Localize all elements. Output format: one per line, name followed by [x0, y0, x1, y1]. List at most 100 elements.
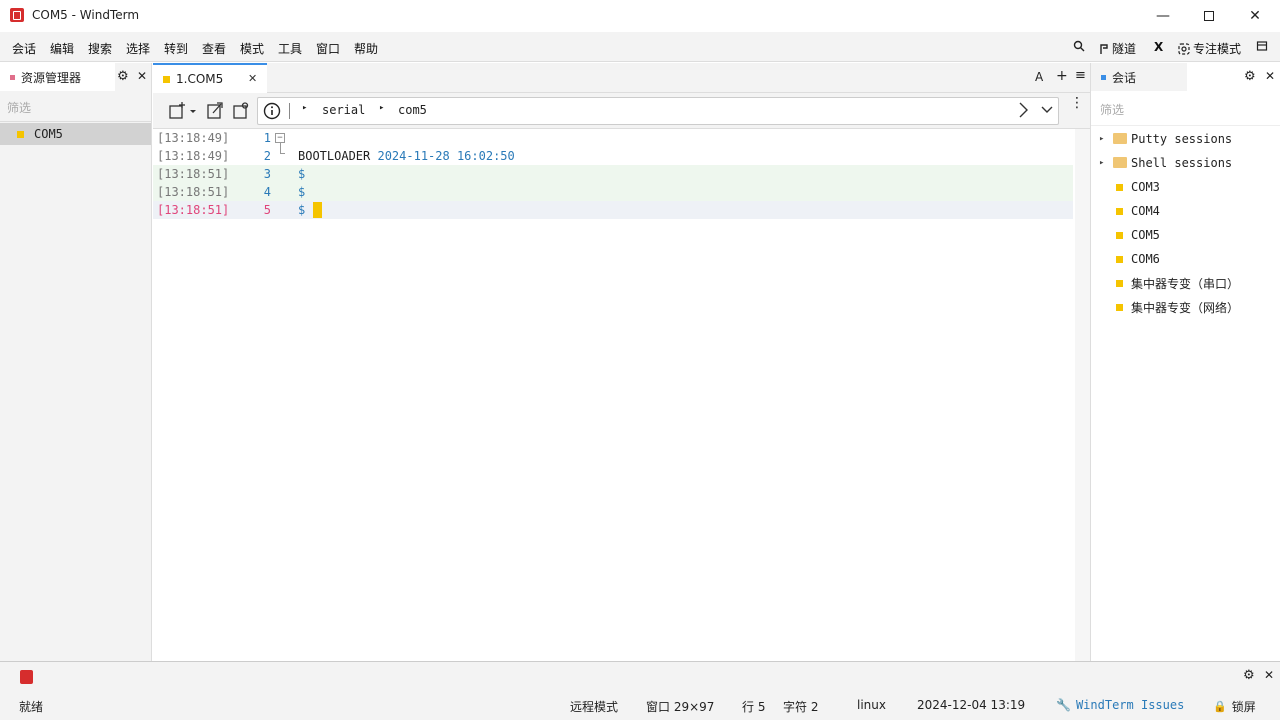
address-bar[interactable]: ▸ serial ▸ com5 [257, 97, 1059, 125]
menu-edit[interactable]: 编辑 [50, 40, 74, 57]
sessions-settings-gear-icon[interactable]: ⚙ [1244, 69, 1256, 84]
breadcrumb-serial[interactable]: serial [322, 103, 365, 117]
fold-collapse-icon[interactable]: − [275, 133, 285, 143]
tab-menu-icon[interactable]: ≡ [1075, 68, 1086, 83]
folder-marker-icon [17, 130, 24, 138]
breadcrumb-com5[interactable]: com5 [398, 103, 427, 117]
search-icon [1073, 40, 1085, 52]
divider [0, 121, 152, 122]
window-title: COM5 - WindTerm [32, 8, 140, 22]
explorer-tab-label: 资源管理器 [21, 70, 82, 85]
tab-close-icon[interactable]: ✕ [248, 72, 257, 85]
session-marker-icon [1116, 183, 1123, 191]
status-col: 字符 2 [783, 700, 819, 714]
explorer-settings-gear-icon[interactable]: ⚙ [117, 69, 129, 84]
fold-guide [280, 143, 285, 154]
line-timestamp: [13:18:51] [157, 203, 230, 217]
divider [1091, 125, 1280, 126]
issues-label: WindTerm Issues [1075, 698, 1185, 712]
session-marker-icon [1116, 231, 1123, 239]
status-ready: 就绪 [19, 700, 44, 714]
session-marker-icon [1116, 303, 1123, 311]
bottom-close-icon[interactable]: ✕ [1264, 668, 1274, 682]
terminal-scrollbar[interactable] [1075, 129, 1090, 661]
session-folder-label: Putty sessions [1131, 132, 1233, 146]
breadcrumb-arrow-icon: ▸ [302, 103, 308, 113]
menu-session[interactable]: 会话 [12, 40, 36, 57]
menu-tools[interactable]: 工具 [278, 40, 302, 57]
breadcrumb-arrow-icon: ▸ [379, 103, 385, 113]
maximize-button[interactable] [1186, 0, 1232, 32]
session-label: 集中器专变（网络） [1131, 300, 1240, 315]
chevron-right-icon[interactable] [1016, 101, 1030, 122]
tab-sessions[interactable]: 会话 [1091, 63, 1187, 91]
font-size-icon[interactable]: A [1035, 70, 1043, 84]
status-os[interactable]: linux [857, 698, 886, 712]
expand-arrow-icon[interactable]: ▸ [1099, 158, 1104, 168]
session-folder-label: Shell sessions [1131, 156, 1233, 170]
detach-icon [207, 102, 223, 119]
status-lock-screen[interactable]: 🔒 锁屏 [1213, 698, 1256, 715]
close-button[interactable]: ✕ [1232, 0, 1278, 32]
menu-help[interactable]: 帮助 [354, 40, 378, 57]
session-marker-icon [1116, 207, 1123, 215]
line-number: 2 [263, 149, 271, 163]
session-label: COM4 [1131, 204, 1160, 218]
status-remote-mode[interactable]: 远程模式 [570, 698, 618, 715]
sessions-panel: 会话 ⚙ ✕ 筛选 ▸ Putty sessions ▸ Shell sessi… [1090, 63, 1280, 661]
menu-goto[interactable]: 转到 [164, 40, 188, 57]
status-issues-link[interactable]: 🔧 WindTerm Issues [1056, 698, 1184, 712]
menu-search[interactable]: 搜索 [88, 40, 112, 57]
menu-mode[interactable]: 模式 [240, 40, 264, 57]
more-options-icon[interactable]: ⋮ [1070, 96, 1084, 110]
new-tab-plus-icon[interactable]: + [1056, 68, 1068, 84]
line-text: BOOTLOADER 2024-11-28 16:02:50 [298, 147, 515, 165]
terminal-line: [13:18:49] 1 − [153, 129, 1073, 147]
session-label: COM3 [1131, 180, 1160, 194]
menu-view[interactable]: 查看 [202, 40, 226, 57]
session-label: COM5 [1131, 228, 1160, 242]
new-session-button[interactable] [169, 102, 197, 123]
sessions-tab-label: 会话 [1112, 70, 1137, 85]
explorer-item-label: COM5 [34, 127, 63, 141]
new-session-icon [169, 102, 196, 119]
search-button[interactable] [1073, 40, 1085, 52]
tab-com5[interactable]: 1.COM5 ✕ [153, 63, 267, 93]
explorer-close-icon[interactable]: ✕ [137, 69, 147, 83]
line-number: 4 [263, 185, 271, 199]
sessions-filter-input[interactable]: 筛选 [1100, 101, 1124, 118]
menu-select[interactable]: 选择 [126, 40, 150, 57]
detach-button[interactable] [207, 102, 223, 123]
chevron-down-icon[interactable] [1040, 103, 1054, 120]
sessions-close-icon[interactable]: ✕ [1265, 69, 1275, 83]
x-button[interactable]: X [1154, 40, 1163, 54]
session-label: COM6 [1131, 252, 1160, 266]
tunnel-button[interactable]: 隧道 [1099, 40, 1136, 57]
info-icon[interactable] [263, 102, 281, 123]
bootloader-date: 2024-11-28 16:02:50 [377, 149, 515, 163]
line-text: $ [298, 167, 306, 181]
expand-arrow-icon[interactable]: ▸ [1099, 134, 1104, 144]
folder-icon [1113, 133, 1127, 144]
duplicate-button[interactable] [233, 102, 249, 123]
layout-button[interactable] [1256, 40, 1268, 52]
bottom-settings-gear-icon[interactable]: ⚙ [1243, 668, 1255, 683]
explorer-marker-icon [10, 74, 15, 80]
session-label: 集中器专变（串口） [1131, 276, 1240, 291]
tab-explorer[interactable]: 资源管理器 [0, 63, 115, 91]
session-marker-icon [1116, 255, 1123, 263]
terminal-tab-strip: 1.COM5 ✕ A + ≡ [153, 63, 1090, 93]
terminal-toolbar: ▸ serial ▸ com5 ⋮ [153, 93, 1090, 129]
focus-mode-button[interactable]: 专注模式 [1178, 40, 1241, 57]
explorer-panel: 资源管理器 ⚙ ✕ 筛选 COM5 [0, 63, 152, 661]
terminal-line: [13:18:49] 2 BOOTLOADER 2024-11-28 16:02… [153, 143, 1073, 165]
minimize-button[interactable]: — [1140, 0, 1186, 32]
terminal-output[interactable]: [13:18:49] 1 − [13:18:49] 2 BOOTLOADER 2… [153, 129, 1075, 661]
explorer-filter-input[interactable]: 筛选 [7, 99, 31, 116]
menu-window[interactable]: 窗口 [316, 40, 340, 57]
explorer-item-com5[interactable]: COM5 [0, 123, 151, 145]
tunnel-icon [1100, 43, 1108, 54]
status-datetime: 2024-12-04 13:19 [917, 698, 1026, 712]
terminal-line: [13:18:51] 3 $ [153, 165, 1073, 183]
status-row: 行 5 [742, 700, 766, 714]
